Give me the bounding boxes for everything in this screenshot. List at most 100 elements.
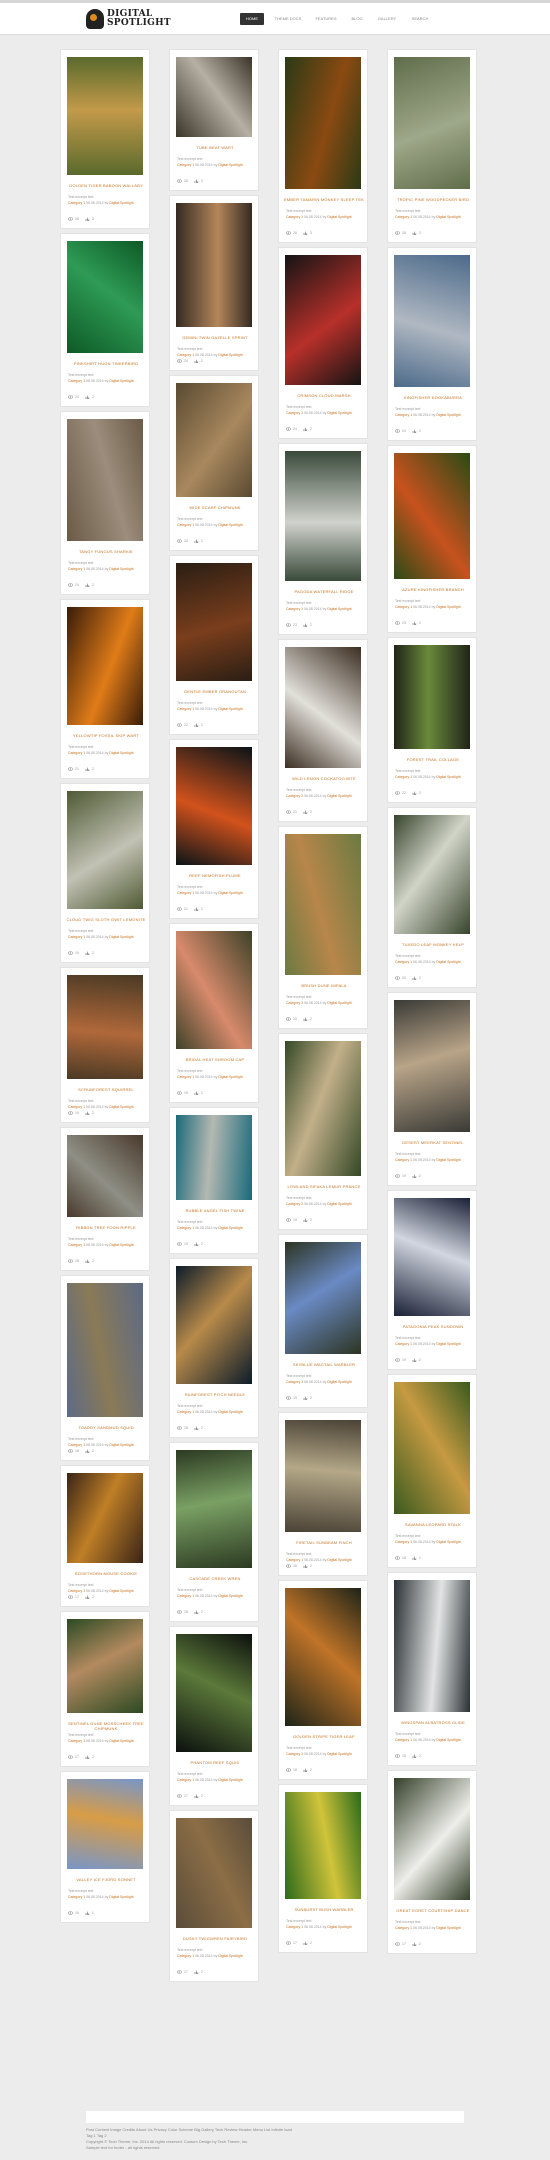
post-thumbnail[interactable] [176, 1266, 252, 1384]
post-title[interactable]: Sunburst Bush Warbler [281, 1907, 367, 1912]
post-title[interactable]: Gemini Twin Gazelle Sprint [172, 335, 258, 340]
post-author-link[interactable]: Digital Spotlight [327, 794, 351, 798]
post-card[interactable]: Yellowtip Fossil Skip Wart Test excerpt t… [60, 599, 150, 779]
post-card[interactable]: Desert Meerkat Sentinel Test excerpt text… [387, 992, 477, 1186]
post-author-link[interactable]: Digital Spotlight [436, 215, 460, 219]
post-title[interactable]: Gentle Ember Orangutan [172, 689, 258, 694]
post-category-link[interactable]: Category 1 [395, 1926, 412, 1930]
post-title[interactable]: Tropic Pine Woodpecker Bird [390, 197, 476, 202]
post-author-link[interactable]: Digital Spotlight [218, 1075, 242, 1079]
post-title[interactable]: Yellowtip Fossil Skip Wart [63, 733, 149, 738]
post-author-link[interactable]: Digital Spotlight [109, 379, 133, 383]
post-title[interactable]: Wide Scarf Chipmunk [172, 505, 258, 510]
post-author-link[interactable]: Digital Spotlight [218, 353, 242, 357]
post-author-link[interactable]: Digital Spotlight [327, 1001, 351, 1005]
post-title[interactable]: Great Egret Courtship Dance [390, 1908, 476, 1913]
post-thumbnail[interactable] [394, 1198, 470, 1316]
post-card[interactable]: Pagoda Waterfall Ridge Test excerpt text C… [278, 443, 368, 635]
post-thumbnail[interactable] [394, 815, 470, 934]
post-author-link[interactable]: Digital Spotlight [218, 891, 242, 895]
post-title[interactable]: Tube Beat Wart [172, 145, 258, 150]
post-thumbnail[interactable] [394, 453, 470, 579]
likes-stat[interactable]: 3 [303, 231, 312, 235]
post-thumbnail[interactable] [285, 1420, 361, 1532]
post-thumbnail[interactable] [176, 57, 252, 137]
post-title[interactable]: Dusky Twigwren Fairybird [172, 1936, 258, 1941]
post-category-link[interactable]: Category 1 [68, 1589, 85, 1593]
likes-stat[interactable]: 2 [303, 427, 312, 431]
post-category-link[interactable]: Category 1 [177, 523, 194, 527]
nav-item-4[interactable]: Gallery [374, 13, 400, 25]
post-category-link[interactable]: Category 1 [177, 891, 194, 895]
post-thumbnail[interactable] [176, 747, 252, 865]
post-author-link[interactable]: Digital Spotlight [436, 1342, 460, 1346]
site-logo[interactable]: DIGITAL SPOTLIGHT [86, 8, 171, 30]
post-card[interactable]: Rainforest Pitch Needle Test excerpt text… [169, 1258, 259, 1438]
post-thumbnail[interactable] [176, 563, 252, 681]
post-title[interactable]: Desert Meerkat Sentinel [390, 1140, 476, 1145]
post-category-link[interactable]: Category 1 [395, 775, 412, 779]
post-author-link[interactable]: Digital Spotlight [436, 413, 460, 417]
likes-stat[interactable]: 2 [85, 1111, 94, 1115]
likes-stat[interactable]: 2 [194, 907, 203, 911]
likes-stat[interactable]: 3 [412, 231, 421, 235]
post-card[interactable]: Crimson Cloud Marsh Test excerpt text Cate… [278, 247, 368, 439]
post-thumbnail[interactable] [394, 1382, 470, 1514]
post-card[interactable]: Gemini Twin Gazelle Sprint Test excerpt t… [169, 195, 259, 371]
post-card[interactable]: Forest Trail Collage Test excerpt text Cat… [387, 637, 477, 803]
post-author-link[interactable]: Digital Spotlight [327, 1202, 351, 1206]
post-thumbnail[interactable] [285, 57, 361, 189]
post-thumbnail[interactable] [67, 1779, 143, 1869]
post-title[interactable]: Phantom Reef Squid [172, 1760, 258, 1765]
post-card[interactable]: Dusky Twigwren Fairybird Test excerpt tex… [169, 1810, 259, 1982]
post-category-link[interactable]: Category 1 [68, 1243, 85, 1247]
post-category-link[interactable]: Category 1 [177, 1410, 194, 1414]
post-thumbnail[interactable] [176, 1115, 252, 1200]
post-card[interactable]: Azure Kingfisher Branch Test excerpt text… [387, 445, 477, 633]
post-author-link[interactable]: Digital Spotlight [109, 201, 133, 205]
post-author-link[interactable]: Digital Spotlight [327, 1925, 351, 1929]
post-card[interactable]: Tuxedo Leaf Monkey Kelp Test excerpt text… [387, 807, 477, 988]
post-author-link[interactable]: Digital Spotlight [218, 1226, 242, 1230]
post-category-link[interactable]: Category 1 [68, 1105, 85, 1109]
post-category-link[interactable]: Category 1 [395, 960, 412, 964]
post-category-link[interactable]: Category 1 [68, 567, 85, 571]
post-thumbnail[interactable] [67, 57, 143, 175]
post-category-link[interactable]: Category 1 [177, 163, 194, 167]
likes-stat[interactable]: 2 [303, 1768, 312, 1772]
post-thumbnail[interactable] [67, 791, 143, 909]
likes-stat[interactable]: 2 [303, 623, 312, 627]
post-category-link[interactable]: Category 1 [68, 1443, 85, 1447]
post-title[interactable]: Pinkshirt Huon Tinkerbird [63, 361, 149, 366]
post-category-link[interactable]: Category 1 [177, 1594, 194, 1598]
post-category-link[interactable]: Category 1 [68, 201, 85, 205]
post-author-link[interactable]: Digital Spotlight [327, 1380, 351, 1384]
post-card[interactable]: Wingspan Albatross Glide Test excerpt tex… [387, 1572, 477, 1766]
likes-stat[interactable]: 2 [85, 1595, 94, 1599]
post-category-link[interactable]: Category 1 [286, 1558, 303, 1562]
likes-stat[interactable]: 2 [194, 723, 203, 727]
post-title[interactable]: Wild Lemon Cockatoo Bite [281, 776, 367, 781]
likes-stat[interactable]: 2 [303, 1396, 312, 1400]
post-category-link[interactable]: Category 1 [286, 215, 303, 219]
post-title[interactable]: Sentinel Dune Mosscheek Tree Chipmunk [63, 1721, 149, 1731]
likes-stat[interactable]: 2 [412, 1754, 421, 1758]
post-category-link[interactable]: Category 1 [286, 607, 303, 611]
post-author-link[interactable]: Digital Spotlight [218, 1594, 242, 1598]
post-thumbnail[interactable] [67, 1619, 143, 1713]
post-card[interactable]: Lowland Sifaka Lemur Prance Test excerpt … [278, 1033, 368, 1230]
post-card[interactable]: Tropic Pine Woodpecker Bird Test excerpt … [387, 49, 477, 243]
post-card[interactable]: Gentle Ember Orangutan Test excerpt text C… [169, 555, 259, 735]
post-author-link[interactable]: Digital Spotlight [436, 605, 460, 609]
post-thumbnail[interactable] [176, 1634, 252, 1752]
post-category-link[interactable]: Category 1 [177, 1954, 194, 1958]
post-author-link[interactable]: Digital Spotlight [327, 1752, 351, 1756]
post-card[interactable]: Ember Tamarin Monkey Sleep Tek Test excer… [278, 49, 368, 243]
likes-stat[interactable]: 2 [85, 1259, 94, 1263]
likes-stat[interactable]: 2 [194, 1610, 203, 1614]
post-author-link[interactable]: Digital Spotlight [109, 751, 133, 755]
post-card[interactable]: Savanna Leopard Stalk Test excerpt text Ca… [387, 1374, 477, 1568]
post-card[interactable]: Patagonia Peak Sundown Test excerpt text C… [387, 1190, 477, 1370]
post-author-link[interactable]: Digital Spotlight [327, 607, 351, 611]
likes-stat[interactable]: 2 [194, 1426, 203, 1430]
